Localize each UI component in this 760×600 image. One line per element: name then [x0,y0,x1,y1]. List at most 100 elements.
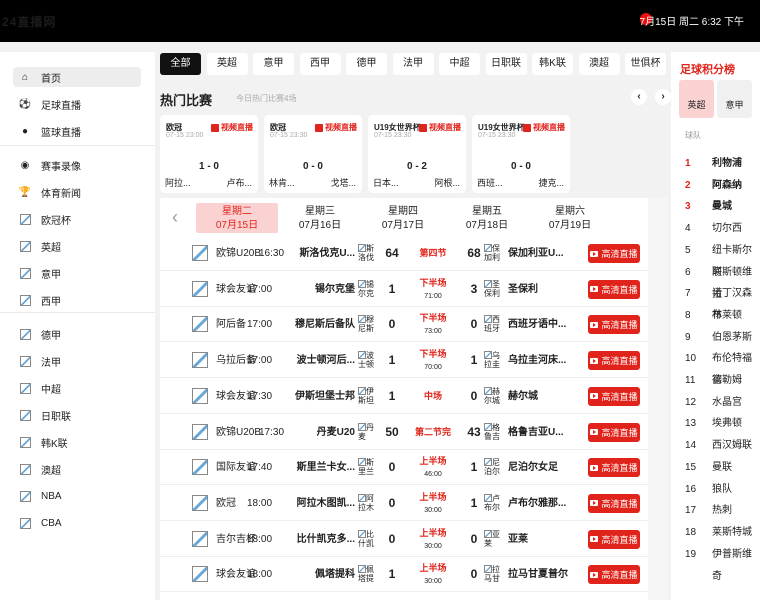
home-team[interactable]: 阿拉木图凯... [255,486,355,521]
standings-row[interactable]: 19 伊普斯维奇 [671,544,760,582]
away-team[interactable]: 保加利亚U... [508,236,564,271]
match-row[interactable]: 欧锦U20B 17:30 丹麦U20 丹麦 50 第二节完 43 格鲁吉 格鲁吉亚U... 高清直… [160,415,648,450]
sidebar-item[interactable]: 法甲 [13,351,141,371]
match-row[interactable]: 欧锦U20B 16:30 斯洛伐克U... 斯洛伐 64 第四节 68 保加利 保加利亚U...… [160,236,648,271]
sidebar-item[interactable]: 日职联 [13,405,141,425]
away-team[interactable]: 赫尔城 [508,379,538,414]
date-tab[interactable]: 星期三 07月16日 [279,203,361,233]
standings-row[interactable]: 7 诺丁汉森林 [671,283,760,321]
away-team[interactable]: 拉马甘夏普尔 [508,557,568,592]
hd-live-button[interactable]: 高清直播 [588,351,640,371]
date-tab[interactable]: 星期六 07月19日 [529,203,611,233]
hd-live-button[interactable]: 高清直播 [588,315,640,335]
hd-live-button[interactable]: 高清直播 [588,386,640,406]
standings-row[interactable]: 17 热刺 [671,500,760,522]
video-live-badge[interactable]: 视频直播 [419,122,461,133]
away-team[interactable]: 西班牙语中... [508,307,566,342]
sidebar-item[interactable]: 韩K联 [13,432,141,452]
away-team[interactable]: 格鲁吉亚U... [508,415,564,450]
sidebar-item[interactable]: 🏆 体育新闻 [13,182,141,202]
home-team[interactable]: 波士顿河后... [255,343,355,378]
home-team[interactable]: 斯里兰卡女... [255,450,355,485]
tab-1[interactable]: 英超 [206,53,248,75]
sidebar-item[interactable]: 澳超 [13,459,141,479]
hd-live-button[interactable]: 高清直播 [588,529,640,549]
standings-row[interactable]: 11 富勒姆 [671,370,760,392]
home-team[interactable]: 斯洛伐克U... [255,236,355,271]
hd-live-button[interactable]: 高清直播 [588,422,640,442]
standings-row[interactable]: 16 狼队 [671,479,760,501]
sidebar-item[interactable]: ● 篮球直播 [13,121,141,141]
tab-6[interactable]: 中超 [439,53,480,75]
home-team[interactable]: 锡尔克堡 [255,272,355,307]
tab-5[interactable]: 法甲 [392,53,434,75]
hd-live-button[interactable]: 高清直播 [588,458,640,478]
standings-row[interactable]: 18 莱斯特城 [671,522,760,544]
tab-0[interactable]: 全部 [160,53,201,75]
hot-match-card[interactable]: 欧冠 07-15 23:30 视频直播 0 - 0 林肯... 戈塔... [264,115,362,193]
standings-row[interactable]: 12 水晶宫 [671,392,760,414]
tab-2[interactable]: 意甲 [253,53,294,75]
sidebar-item[interactable]: 西甲 [13,290,141,310]
match-row[interactable]: 球会友谊 18:00 佩塔提科 佩塔提 1 上半场 30:00 0 拉马甘 拉马甘夏普尔 高清直播 [160,557,648,593]
chevron-left-icon[interactable]: ‹ [172,207,178,228]
scrollbar[interactable] [648,198,668,600]
prev-arrow-icon[interactable]: ‹ [631,89,647,105]
match-row[interactable]: 欧冠 18:00 阿拉木图凯... 阿拉木 0 上半场 30:00 1 卢布尔 卢布尔雅那... 高… [160,486,648,521]
tab-7[interactable]: 日职联 [485,53,527,75]
next-arrow-icon[interactable]: › [655,89,671,105]
standings-tab-epl[interactable]: 英超 [679,80,714,118]
away-team[interactable]: 圣保利 [508,272,538,307]
date-tab[interactable]: 星期二 07月15日 [196,203,278,233]
hd-live-button[interactable]: 高清直播 [588,493,640,513]
away-team[interactable]: 卢布尔雅那... [508,486,566,521]
standings-row[interactable]: 15 曼联 [671,457,760,479]
date-tab[interactable]: 星期四 07月17日 [362,203,444,233]
match-row[interactable]: 吉尔吉杯 18:00 比什凯克多... 比什凯 0 上半场 30:00 0 亚莱 亚莱 高清直播 [160,522,648,557]
match-row[interactable]: 乌拉后备 17:00 波士顿河后... 波士顿 1 下半场 70:00 1 乌拉圭 乌拉圭河床..… [160,343,648,379]
standings-row[interactable]: 3 曼城 [671,196,760,218]
away-team[interactable]: 乌拉圭河床... [508,343,566,378]
hd-live-button[interactable]: 高清直播 [588,565,640,585]
home-team[interactable]: 佩塔提科 [255,557,355,592]
home-team[interactable]: 伊斯坦堡士邦 [255,379,355,414]
home-team[interactable]: 丹麦U20 [255,415,355,450]
standings-row[interactable]: 5 纽卡斯尔联 [671,240,760,278]
standings-row[interactable]: 2 阿森纳 [671,175,760,197]
hot-match-card[interactable]: 欧冠 07-15 23:00 视频直播 1 - 0 阿拉... 卢布... [160,115,258,193]
hot-match-card[interactable]: U19女世界杯 07-15 23:30 视频直播 0 - 0 西班... 捷克... [472,115,570,193]
tab-3[interactable]: 西甲 [299,53,341,75]
standings-row[interactable]: 1 利物浦 [671,153,760,175]
away-team[interactable]: 亚莱 [508,522,528,557]
standings-row[interactable]: 4 切尔西 [671,218,760,240]
sidebar-item[interactable]: 德甲 [13,324,141,344]
hd-live-button[interactable]: 高清直播 [588,279,640,299]
hot-match-card[interactable]: U19女世界杯 07-15 23:30 视频直播 0 - 2 日本... 阿根... [368,115,466,193]
tab-9[interactable]: 澳超 [578,53,620,75]
sidebar-item[interactable]: ◉ 赛事录像 [13,155,141,175]
sidebar-item[interactable]: 意甲 [13,263,141,283]
standings-row[interactable]: 9 伯恩茅斯 [671,327,760,349]
sidebar-item[interactable]: ⚽ 足球直播 [13,94,141,114]
sidebar-item[interactable]: 欧冠杯 [13,209,141,229]
sidebar-item[interactable]: CBA [13,513,141,533]
standings-tab-seriea[interactable]: 意甲 [717,80,752,118]
tab-4[interactable]: 德甲 [346,53,387,75]
standings-row[interactable]: 14 西汉姆联 [671,435,760,457]
standings-row[interactable]: 10 布伦特福德 [671,348,760,386]
home-team[interactable]: 穆尼斯后备队 [255,307,355,342]
home-team[interactable]: 比什凯克多... [255,522,355,557]
video-live-badge[interactable]: 视频直播 [523,122,565,133]
sidebar-item[interactable]: 中超 [13,378,141,398]
tab-10[interactable]: 世俱杯 [625,53,666,75]
match-row[interactable]: 阿后备 17:00 穆尼斯后备队 穆尼斯 0 下半场 73:00 0 西班牙 西班牙语中... 高清… [160,307,648,343]
hd-live-button[interactable]: 高清直播 [588,244,640,263]
away-team[interactable]: 尼泊尔女足 [508,450,558,485]
match-row[interactable]: 球会友谊 17:30 伊斯坦堡士邦 伊斯坦 1 中场 0 赫尔城 赫尔城 高清直播 [160,379,648,414]
standings-row[interactable]: 13 埃弗顿 [671,413,760,435]
standings-row[interactable]: 6 阿斯顿维拉 [671,262,760,300]
match-row[interactable]: 国际友谊 17:40 斯里兰卡女... 斯里兰 0 上半场 46:00 1 尼泊尔 尼泊尔女足 高清… [160,450,648,486]
date-tab[interactable]: 星期五 07月18日 [446,203,528,233]
site-logo[interactable]: 24直播网 [2,13,56,30]
sidebar-item[interactable]: NBA [13,486,141,506]
